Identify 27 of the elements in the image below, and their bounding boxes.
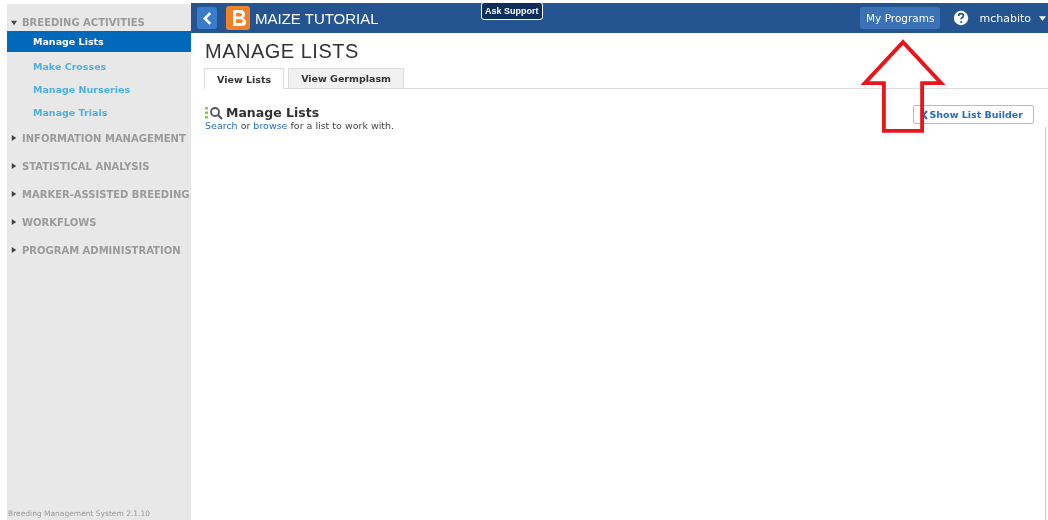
description-text: for a list to work with. [290,120,395,131]
user-menu[interactable]: mchabito [979,11,1031,25]
chevron-left-icon [921,109,928,120]
triangle-icon [11,163,17,169]
triangle-icon [11,191,17,197]
triangle-icon [11,219,17,225]
page-title: MANAGE LISTS [205,40,360,63]
list-search-icon [205,105,223,120]
search-link[interactable]: Search [205,120,238,131]
triangle-icon [11,19,17,26]
ask-support-button[interactable]: Ask Support [481,2,543,20]
chevron-left-icon [202,11,212,25]
logo-icon [226,6,250,30]
caret-icon[interactable] [1039,15,1046,21]
show-list-builder-button[interactable]: Show List Builder [912,105,1034,124]
tab[interactable]: View Lists [204,68,285,89]
triangle-icon [11,135,17,141]
sidebar-item[interactable]: Manage Lists [7,31,191,52]
my-programs-button[interactable]: My Programs [860,7,941,29]
program-name: MAIZE TUTORIAL [255,9,379,27]
triangle-icon [11,247,17,253]
tab[interactable]: View Germplasm [288,68,404,88]
connector-text: or [240,120,251,131]
section-title: Manage Lists [226,105,320,120]
back-button[interactable] [197,7,217,29]
help-icon[interactable] [953,10,970,26]
browse-link[interactable]: browse [253,120,288,131]
